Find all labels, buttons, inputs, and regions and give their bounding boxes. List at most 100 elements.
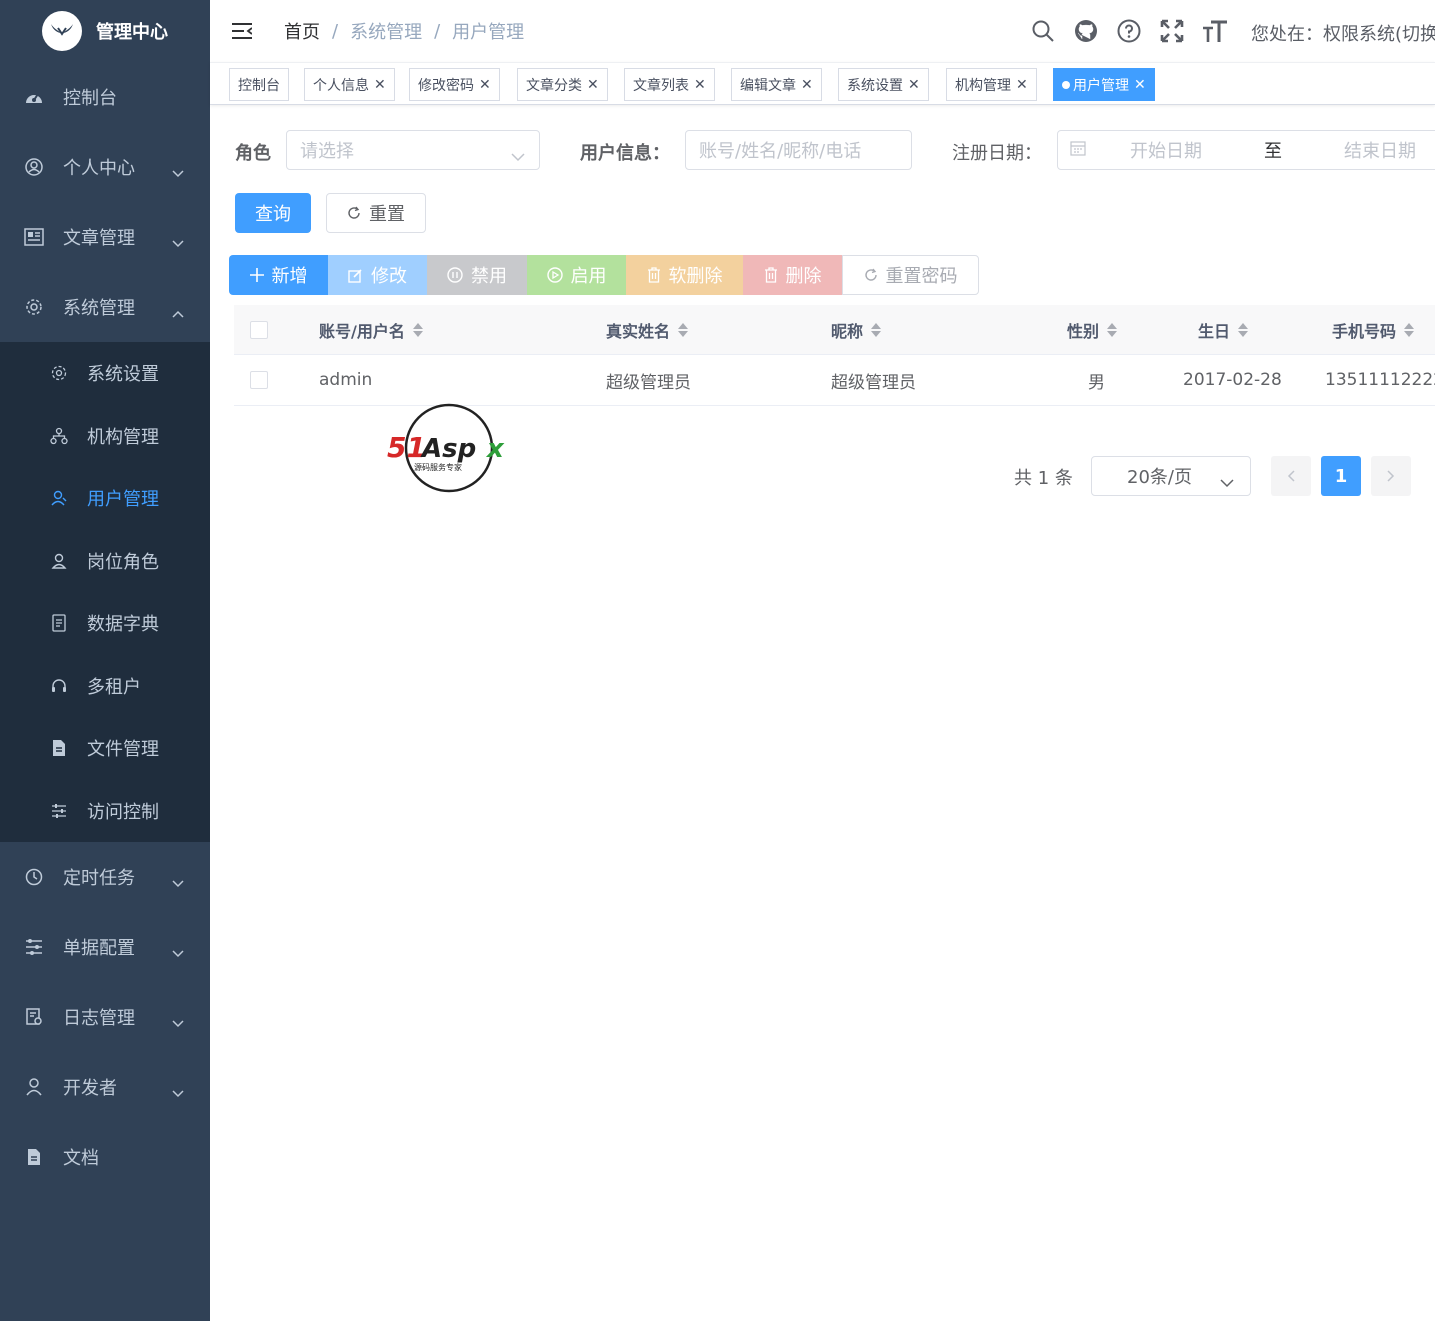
- trash-icon: [647, 267, 661, 283]
- menu-label: 定时任务: [63, 868, 135, 889]
- column-phone[interactable]: 手机号码: [1332, 305, 1415, 355]
- sort-icon[interactable]: [1238, 323, 1249, 337]
- menu-label: 个人中心: [63, 158, 135, 179]
- edit-label: 修改: [371, 266, 407, 287]
- gear-icon: [50, 364, 68, 382]
- close-icon[interactable]: ✕: [374, 77, 386, 93]
- column-label: 账号/用户名: [319, 322, 405, 341]
- column-label: 真实姓名: [606, 322, 671, 341]
- refresh-icon: [864, 268, 878, 282]
- close-icon[interactable]: ✕: [587, 77, 599, 93]
- fullscreen-icon[interactable]: [1159, 18, 1185, 44]
- column-label: 昵称: [831, 322, 864, 341]
- menu-log-management[interactable]: 日志管理: [0, 982, 210, 1052]
- svg-text:Asp: Asp: [420, 434, 476, 464]
- tag-change-password[interactable]: 修改密码 ✕: [409, 68, 500, 101]
- prev-page-button[interactable]: [1271, 456, 1311, 496]
- menu-article-management[interactable]: 文章管理: [0, 202, 210, 272]
- header-actions: [1030, 0, 1245, 62]
- menu-dashboard[interactable]: 控制台: [0, 62, 210, 132]
- search-icon[interactable]: [1030, 18, 1056, 44]
- close-icon[interactable]: ✕: [479, 77, 491, 93]
- sidebar-item-org-management[interactable]: 机构管理: [0, 405, 210, 468]
- add-button[interactable]: 新增: [229, 255, 328, 295]
- role-select[interactable]: 请选择: [286, 130, 540, 170]
- row-checkbox[interactable]: [250, 371, 268, 389]
- delete-button[interactable]: 删除: [743, 255, 842, 295]
- page-size-select[interactable]: 20条/页: [1091, 456, 1251, 496]
- column-nickname[interactable]: 昵称: [831, 305, 882, 355]
- reset-button[interactable]: 重置: [326, 193, 426, 233]
- menu-docs[interactable]: 文档: [0, 1122, 210, 1192]
- user-circle-icon: [24, 157, 44, 177]
- close-icon[interactable]: ✕: [1134, 77, 1146, 93]
- column-real-name[interactable]: 真实姓名: [606, 305, 689, 355]
- close-icon[interactable]: ✕: [801, 77, 813, 93]
- column-gender[interactable]: 性别: [1067, 305, 1118, 355]
- menu-developer[interactable]: 开发者: [0, 1052, 210, 1122]
- help-icon[interactable]: [1116, 18, 1142, 44]
- soft-delete-label: 软删除: [668, 266, 723, 287]
- query-button[interactable]: 查询: [235, 193, 311, 233]
- cell-birthday: 2017-02-28: [1183, 370, 1282, 390]
- current-location[interactable]: 您处在：权限系统(切换: [1251, 20, 1435, 46]
- enable-button[interactable]: 启用: [527, 255, 626, 295]
- soft-delete-button[interactable]: 软删除: [626, 255, 743, 295]
- menu-label: 日志管理: [63, 1008, 135, 1029]
- tag-edit-article[interactable]: 编辑文章 ✕: [731, 68, 822, 101]
- tag-dashboard[interactable]: 控制台: [229, 68, 289, 101]
- menu-system-management[interactable]: 系统管理: [0, 272, 210, 342]
- sidebar-item-multi-tenant[interactable]: 多租户: [0, 655, 210, 718]
- sidebar-item-file-management[interactable]: 文件管理: [0, 717, 210, 780]
- page-number-button[interactable]: 1: [1321, 456, 1361, 496]
- tag-label: 机构管理: [955, 77, 1011, 94]
- sort-icon[interactable]: [1404, 323, 1415, 337]
- table-row[interactable]: admin 超级管理员 超级管理员 男 2017-02-28 135111122…: [234, 355, 1435, 406]
- menu-personal-center[interactable]: 个人中心: [0, 132, 210, 202]
- menu-scheduled-tasks[interactable]: 定时任务: [0, 842, 210, 912]
- column-birthday[interactable]: 生日: [1198, 305, 1249, 355]
- sort-icon[interactable]: [412, 323, 423, 337]
- sidebar-item-user-management[interactable]: 用户管理: [0, 467, 210, 530]
- github-icon[interactable]: [1073, 18, 1099, 44]
- sidebar-item-data-dictionary[interactable]: 数据字典: [0, 592, 210, 655]
- sort-icon[interactable]: [871, 323, 882, 337]
- tags-view: 控制台 个人信息 ✕ 修改密码 ✕ 文章分类 ✕ 文章列表 ✕ 编辑文章 ✕ 系统设置 ✕ …: [210, 62, 1435, 105]
- sidebar-item-system-settings[interactable]: 系统设置: [0, 342, 210, 405]
- sort-icon[interactable]: [1107, 323, 1118, 337]
- menu-document-config[interactable]: 单据配置: [0, 912, 210, 982]
- sort-icon[interactable]: [678, 323, 689, 337]
- disable-button[interactable]: 禁用: [427, 255, 527, 295]
- tag-label: 文章列表: [633, 77, 689, 94]
- chevron-down-icon: [172, 232, 184, 253]
- refresh-icon: [347, 206, 361, 220]
- breadcrumb-home[interactable]: 首页: [284, 18, 320, 44]
- chevron-down-icon: [172, 942, 184, 963]
- sidebar-item-access-control[interactable]: 访问控制: [0, 780, 210, 843]
- breadcrumb: 首页 / 系统管理 / 用户管理: [284, 18, 524, 44]
- date-range-picker[interactable]: 开始日期 至 结束日期: [1057, 130, 1435, 170]
- logo[interactable]: 管理中心: [0, 0, 210, 62]
- tag-article-category[interactable]: 文章分类 ✕: [517, 68, 608, 101]
- next-page-button[interactable]: [1371, 456, 1411, 496]
- tag-article-list[interactable]: 文章列表 ✕: [624, 68, 715, 101]
- font-size-icon[interactable]: [1202, 18, 1228, 44]
- sidebar-item-post-roles[interactable]: 岗位角色: [0, 530, 210, 593]
- close-icon[interactable]: ✕: [694, 77, 706, 93]
- column-account[interactable]: 账号/用户名: [319, 305, 423, 355]
- app-title: 管理中心: [96, 22, 168, 43]
- close-icon[interactable]: ✕: [908, 77, 920, 93]
- reset-password-button[interactable]: 重置密码: [842, 255, 979, 295]
- select-all-checkbox[interactable]: [250, 321, 268, 339]
- hamburger-icon[interactable]: [232, 22, 252, 40]
- reset-label: 重置: [369, 204, 405, 225]
- tag-user-management[interactable]: 用户管理 ✕: [1053, 68, 1155, 101]
- tag-personal-info[interactable]: 个人信息 ✕: [304, 68, 395, 101]
- column-label: 性别: [1067, 322, 1100, 341]
- tag-org-management[interactable]: 机构管理 ✕: [946, 68, 1037, 101]
- close-icon[interactable]: ✕: [1016, 77, 1028, 93]
- edit-button[interactable]: 修改: [328, 255, 427, 295]
- sliders-icon: [50, 802, 68, 820]
- tag-system-settings[interactable]: 系统设置 ✕: [838, 68, 929, 101]
- user-info-input[interactable]: 账号/姓名/昵称/电话: [685, 130, 912, 170]
